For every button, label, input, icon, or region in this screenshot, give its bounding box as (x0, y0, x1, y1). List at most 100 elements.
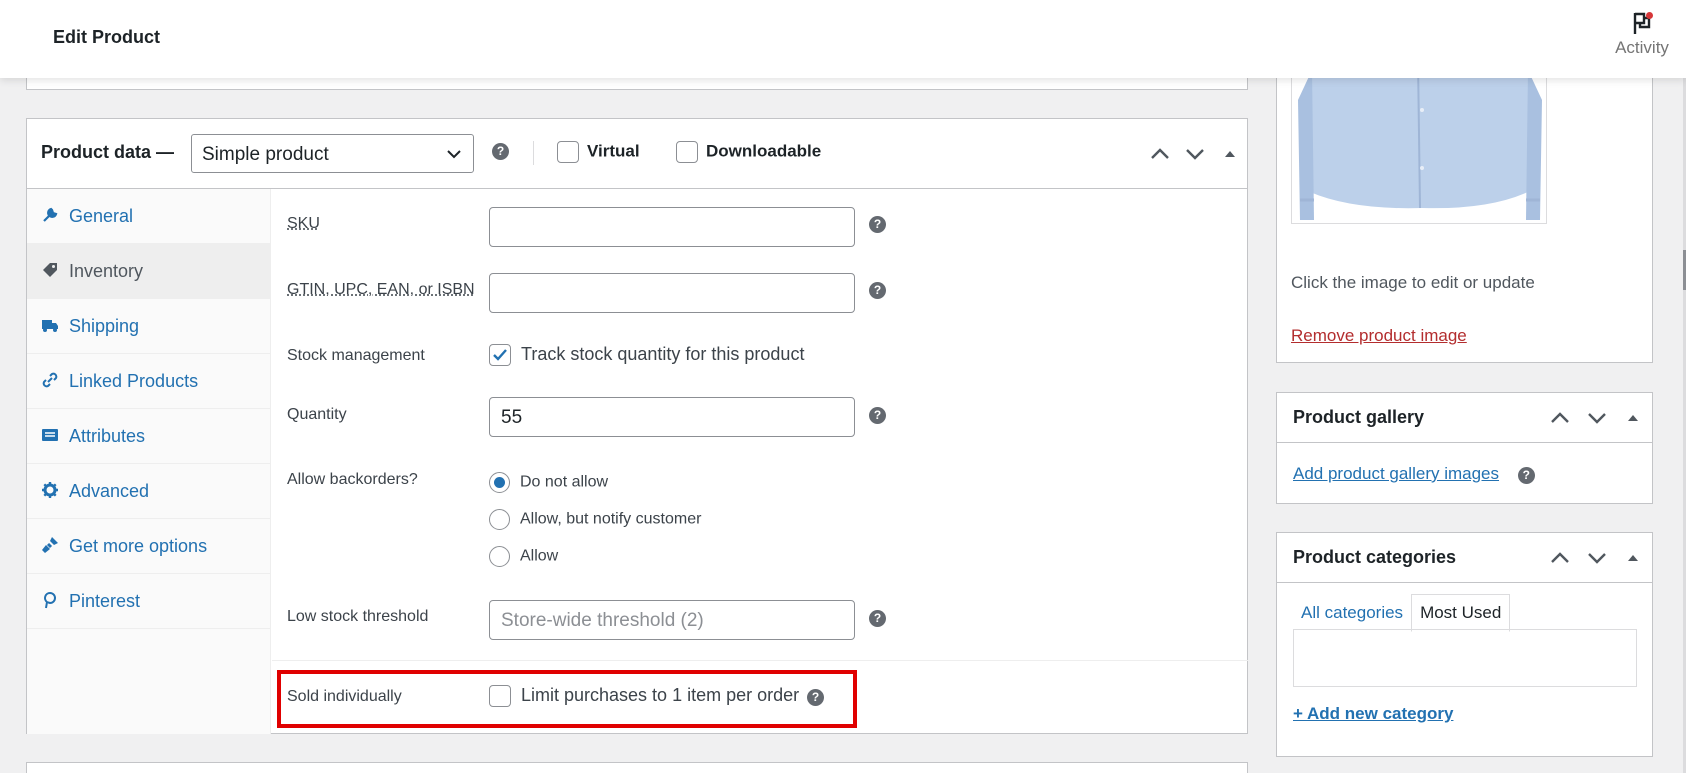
highlight-box (277, 670, 857, 728)
product-type-select[interactable]: Simple product (191, 134, 474, 173)
product-categories-title: Product categories (1293, 547, 1457, 567)
quantity-label: Quantity (287, 406, 347, 423)
link-icon (42, 372, 58, 388)
virtual-checkbox[interactable] (557, 141, 579, 163)
move-down-icon[interactable] (1586, 547, 1608, 569)
product-gallery-header: Product gallery (1277, 393, 1652, 443)
activity-label: Activity (1615, 38, 1669, 57)
gear-icon (42, 482, 58, 498)
radio-do-not-allow[interactable] (489, 472, 510, 493)
quantity-input[interactable]: 55 (489, 397, 855, 437)
collapse-toggle-icon[interactable] (1219, 143, 1241, 165)
sku-label: SKU (287, 215, 320, 232)
virtual-option[interactable]: Virtual (557, 141, 640, 163)
tab-pinterest-label: Pinterest (69, 591, 141, 611)
tab-general[interactable]: General (27, 189, 270, 244)
checkmark-icon (493, 349, 507, 361)
notification-dot (1646, 12, 1653, 19)
shirt-image-icon (1298, 60, 1542, 220)
categories-tabs: All categories Most Used (1293, 594, 1511, 632)
stock-management-option[interactable]: Track stock quantity for this product (489, 344, 805, 367)
chevron-down-icon (447, 150, 461, 159)
next-metabox (26, 762, 1248, 773)
radio-allow-notify-label: Allow, but notify customer (520, 510, 702, 528)
tab-get-more-options[interactable]: Get more options (27, 519, 270, 574)
product-gallery-controls (1549, 407, 1644, 434)
product-gallery-box: Product gallery Add product gallery imag… (1276, 392, 1653, 504)
tab-all-categories[interactable]: All categories (1293, 595, 1411, 631)
activity-button[interactable]: Activity (1607, 10, 1677, 58)
radio-allow-label: Allow (520, 547, 559, 565)
backorders-label: Allow backorders? (287, 471, 418, 488)
pinterest-icon (44, 592, 56, 609)
gallery-help-icon[interactable]: ? (1517, 467, 1535, 484)
gtin-input[interactable] (489, 273, 855, 313)
product-categories-header: Product categories (1277, 533, 1652, 583)
tab-most-used[interactable]: Most Used (1411, 594, 1511, 632)
truck-icon (42, 320, 58, 332)
image-edit-hint: Click the image to edit or update (1291, 273, 1535, 292)
collapse-toggle-icon[interactable] (1622, 547, 1644, 569)
downloadable-checkbox[interactable] (676, 141, 698, 163)
tab-general-label: General (69, 206, 134, 226)
product-categories-box: Product categories All categories Most Us… (1276, 532, 1653, 757)
stock-management-text: Track stock quantity for this product (521, 344, 805, 364)
product-gallery-title: Product gallery (1293, 407, 1425, 427)
tab-shipping-label: Shipping (69, 316, 140, 336)
backorder-option-allow[interactable]: Allow (489, 546, 558, 567)
gtin-label: GTIN, UPC, EAN, or ISBN (287, 281, 475, 298)
product-type-value: Simple product (202, 144, 329, 165)
add-gallery-images-row: Add product gallery images ? (1293, 464, 1535, 484)
add-new-category-link[interactable]: + Add new category (1293, 704, 1453, 723)
product-categories-controls (1549, 547, 1644, 574)
gtin-help-icon[interactable]: ? (869, 282, 886, 299)
product-image[interactable] (1291, 60, 1547, 224)
quantity-help-icon[interactable]: ? (869, 407, 886, 424)
move-down-icon[interactable] (1184, 143, 1206, 165)
radio-do-not-allow-label: Do not allow (520, 473, 609, 491)
low-stock-input[interactable]: Store-wide threshold (2) (489, 600, 855, 640)
tab-advanced[interactable]: Advanced (27, 464, 270, 519)
stock-management-label: Stock management (287, 347, 425, 364)
low-stock-help-icon[interactable]: ? (869, 610, 886, 627)
tab-get-more-options-label: Get more options (69, 536, 208, 556)
backorder-option-notify[interactable]: Allow, but notify customer (489, 509, 701, 530)
add-gallery-images-link[interactable]: Add product gallery images (1293, 464, 1499, 483)
categories-content: All categories Most Used + Add new catego… (1277, 583, 1652, 758)
move-up-icon[interactable] (1549, 547, 1571, 569)
top-header: Edit Product Activity (0, 0, 1686, 78)
move-down-icon[interactable] (1586, 407, 1608, 429)
stock-management-checkbox[interactable] (489, 344, 511, 367)
radio-allow[interactable] (489, 546, 510, 567)
page-title: Edit Product (53, 27, 160, 47)
virtual-label: Virtual (587, 141, 640, 161)
radio-allow-notify[interactable] (489, 509, 510, 530)
product-data-header: Product data — Simple product ? Virtual … (27, 119, 1247, 189)
tab-inventory[interactable]: Inventory (27, 244, 270, 299)
product-data-tabs: General Inventory Shipping Linked Produc… (27, 189, 271, 734)
tab-linked-products-label: Linked Products (69, 371, 199, 391)
sku-input[interactable] (489, 207, 855, 247)
move-up-icon[interactable] (1149, 143, 1171, 165)
tab-inventory-label: Inventory (69, 261, 144, 281)
remove-product-image-link[interactable]: Remove product image (1291, 326, 1467, 346)
product-data-label: Product data — (41, 142, 175, 162)
product-type-help-icon[interactable]: ? (492, 143, 509, 160)
low-stock-label: Low stock threshold (287, 608, 429, 625)
downloadable-label: Downloadable (706, 141, 822, 161)
tag-icon (43, 263, 57, 277)
downloadable-option[interactable]: Downloadable (676, 141, 821, 163)
tab-linked-products[interactable]: Linked Products (27, 354, 270, 409)
tab-attributes-label: Attributes (69, 426, 146, 446)
move-up-icon[interactable] (1549, 407, 1571, 429)
collapse-toggle-icon[interactable] (1622, 407, 1644, 429)
wrench-icon (43, 207, 58, 222)
backorder-option-do-not-allow[interactable]: Do not allow (489, 472, 608, 493)
tab-pinterest[interactable]: Pinterest (27, 574, 270, 629)
add-category-row: + Add new category (1293, 704, 1453, 724)
tab-shipping[interactable]: Shipping (27, 299, 270, 354)
tab-attributes[interactable]: Attributes (27, 409, 270, 464)
sku-help-icon[interactable]: ? (869, 216, 886, 233)
plugin-icon (42, 537, 58, 553)
product-image-box: Click the image to edit or update Remove… (1276, 60, 1653, 363)
